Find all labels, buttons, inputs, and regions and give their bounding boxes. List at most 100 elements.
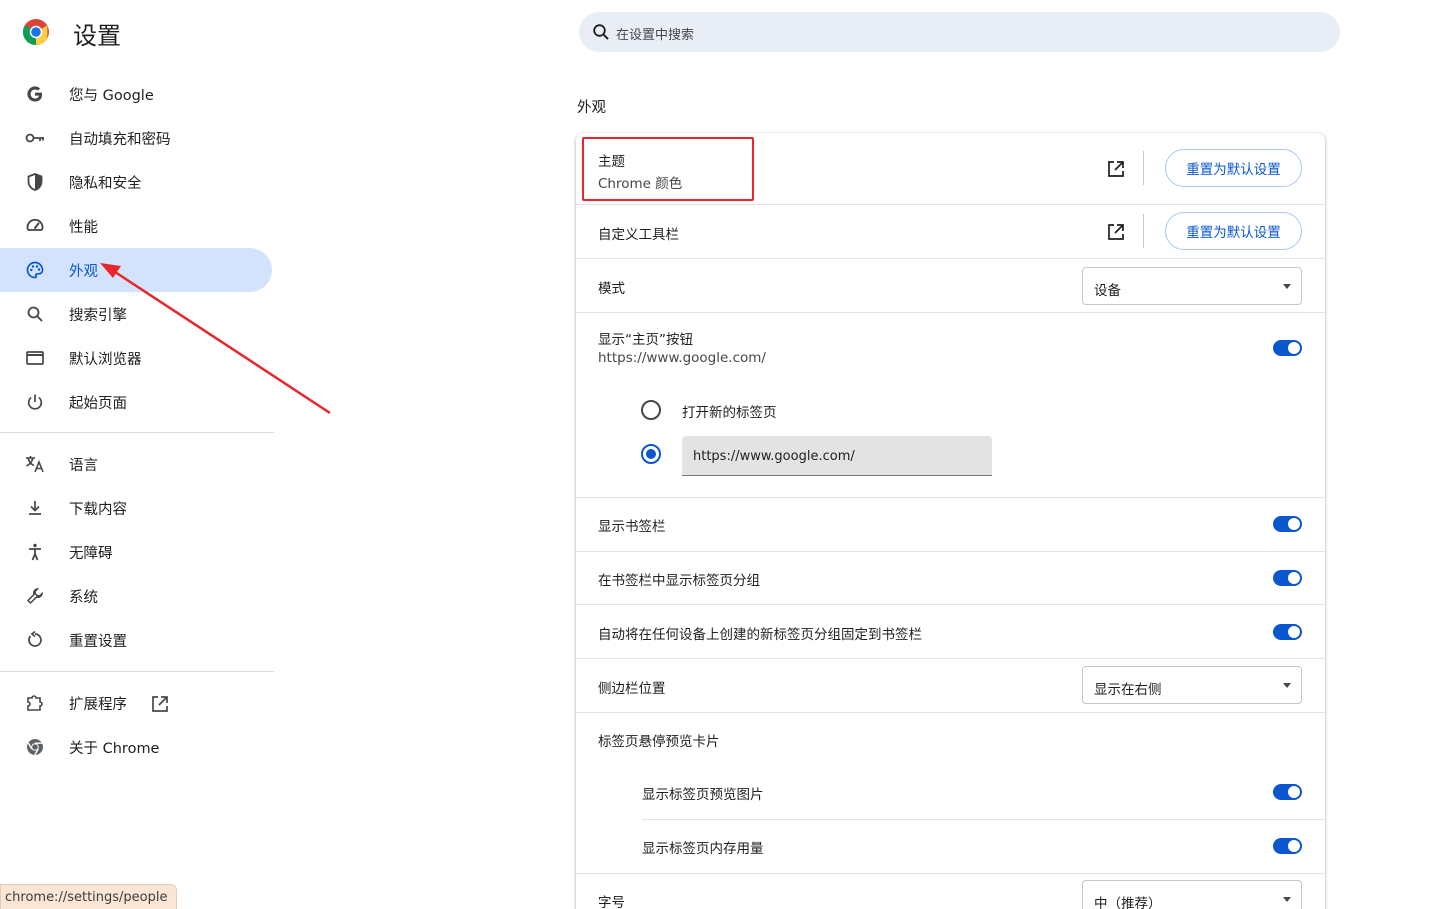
sidebar-item-label: 自动填充和密码 bbox=[69, 132, 171, 148]
row-separator bbox=[576, 604, 1325, 605]
theme-reset-button[interactable]: 重置为默认设置 bbox=[1165, 149, 1302, 187]
hover-cards-label: 标签页悬停预览卡片 bbox=[598, 734, 720, 750]
sidebar-divider bbox=[0, 671, 274, 672]
key-icon bbox=[24, 127, 46, 149]
translate-icon bbox=[24, 453, 46, 475]
sidebar-item-label: 语言 bbox=[69, 458, 98, 474]
status-bar-url: chrome://settings/people bbox=[0, 884, 177, 909]
side-panel-label: 侧边栏位置 bbox=[598, 681, 666, 697]
open-in-new-icon[interactable] bbox=[1106, 159, 1126, 179]
dropdown-caret-icon bbox=[1283, 683, 1291, 688]
home-url-value: https://www.google.com/ bbox=[693, 449, 855, 464]
sidebar-divider bbox=[0, 432, 274, 433]
speedometer-icon bbox=[24, 215, 46, 237]
row-separator bbox=[576, 658, 1325, 659]
dropdown-caret-icon bbox=[1283, 897, 1291, 902]
reset-icon bbox=[24, 629, 46, 651]
open-in-new-icon[interactable] bbox=[1106, 222, 1126, 242]
theme-sublabel: Chrome 颜色 bbox=[598, 176, 683, 192]
sidebar-item-about-chrome[interactable]: 关于 Chrome bbox=[0, 725, 272, 769]
row-separator bbox=[642, 819, 1325, 820]
sidebar-item-label: 重置设置 bbox=[69, 634, 127, 650]
section-title: 外观 bbox=[577, 100, 606, 116]
home-button-url: https://www.google.com/ bbox=[598, 350, 766, 366]
download-icon bbox=[24, 497, 46, 519]
sidebar-item-label: 起始页面 bbox=[69, 396, 127, 412]
font-size-label: 字号 bbox=[598, 895, 625, 909]
home-button-label: 显示“主页”按钮 bbox=[598, 332, 693, 348]
preview-image-label: 显示标签页预览图片 bbox=[642, 787, 764, 803]
row-separator bbox=[576, 873, 1325, 874]
preview-image-toggle[interactable] bbox=[1273, 784, 1302, 800]
sidebar-item-label: 性能 bbox=[69, 220, 98, 236]
row-separator bbox=[576, 497, 1325, 498]
sidebar-item-label: 无障碍 bbox=[69, 546, 113, 562]
auto-pin-groups-label: 自动将在任何设备上创建的新标签页分组固定到书签栏 bbox=[598, 627, 922, 643]
sidebar-item-extensions[interactable]: 扩展程序 bbox=[0, 681, 272, 725]
sidebar-item-accessibility[interactable]: 无障碍 bbox=[0, 530, 272, 574]
sidebar-item-label: 系统 bbox=[69, 590, 98, 606]
search-icon bbox=[593, 24, 609, 40]
power-icon bbox=[24, 391, 46, 413]
toolbar-reset-button[interactable]: 重置为默认设置 bbox=[1165, 212, 1302, 250]
font-size-select[interactable]: 中（推荐） bbox=[1082, 880, 1302, 909]
row-separator bbox=[576, 712, 1325, 713]
radio-new-tab-label: 打开新的标签页 bbox=[682, 405, 777, 421]
auto-pin-groups-toggle[interactable] bbox=[1273, 624, 1302, 640]
chrome-logo bbox=[22, 19, 49, 46]
theme-label: 主题 bbox=[598, 154, 625, 170]
sidebar-item-languages[interactable]: 语言 bbox=[0, 442, 272, 486]
side-panel-select-value: 显示在右侧 bbox=[1094, 682, 1162, 698]
row-divider bbox=[1143, 151, 1144, 185]
search-input[interactable]: 在设置中搜索 bbox=[579, 12, 1340, 52]
memory-usage-toggle[interactable] bbox=[1273, 838, 1302, 854]
home-url-input[interactable]: https://www.google.com/ bbox=[682, 436, 992, 476]
sidebar-item-reset[interactable]: 重置设置 bbox=[0, 618, 272, 662]
customize-toolbar-label: 自定义工具栏 bbox=[598, 227, 679, 243]
sidebar-item-label: 下载内容 bbox=[69, 502, 127, 518]
sidebar-item-you-and-google[interactable]: 您与 Google bbox=[0, 72, 272, 116]
sidebar-item-label: 外观 bbox=[69, 264, 98, 280]
home-button-toggle[interactable] bbox=[1273, 340, 1302, 356]
search-icon bbox=[24, 303, 46, 325]
mode-select-value: 设备 bbox=[1094, 283, 1121, 299]
font-size-select-value: 中（推荐） bbox=[1094, 896, 1162, 909]
sidebar-item-downloads[interactable]: 下载内容 bbox=[0, 486, 272, 530]
sidebar-item-startup[interactable]: 起始页面 bbox=[0, 380, 272, 424]
open-in-new-icon[interactable] bbox=[150, 694, 170, 714]
sidebar-item-label: 您与 Google bbox=[69, 88, 154, 104]
shield-icon bbox=[24, 171, 46, 193]
sidebar-item-label: 默认浏览器 bbox=[69, 352, 142, 368]
tab-groups-bookmarks-toggle[interactable] bbox=[1273, 570, 1302, 586]
sidebar-item-label: 搜索引擎 bbox=[69, 308, 127, 324]
mode-select[interactable]: 设备 bbox=[1082, 267, 1302, 305]
row-separator bbox=[576, 312, 1325, 313]
search-placeholder: 在设置中搜索 bbox=[616, 28, 695, 43]
browser-window-icon bbox=[24, 347, 46, 369]
sidebar-item-performance[interactable]: 性能 bbox=[0, 204, 272, 248]
sidebar-item-search-engine[interactable]: 搜索引擎 bbox=[0, 292, 272, 336]
radio-custom-url[interactable] bbox=[641, 444, 661, 464]
radio-new-tab[interactable] bbox=[641, 400, 661, 420]
sidebar-item-default-browser[interactable]: 默认浏览器 bbox=[0, 336, 272, 380]
palette-icon bbox=[24, 259, 46, 281]
sidebar-item-label: 关于 Chrome bbox=[69, 741, 160, 757]
sidebar-item-autofill[interactable]: 自动填充和密码 bbox=[0, 116, 272, 160]
bookmarks-bar-label: 显示书签栏 bbox=[598, 519, 666, 535]
side-panel-select[interactable]: 显示在右侧 bbox=[1082, 666, 1302, 704]
dropdown-caret-icon bbox=[1283, 284, 1291, 289]
sidebar-item-label: 扩展程序 bbox=[69, 697, 127, 713]
row-divider bbox=[1143, 214, 1144, 248]
sidebar-item-system[interactable]: 系统 bbox=[0, 574, 272, 618]
puzzle-icon bbox=[24, 692, 46, 714]
row-separator bbox=[576, 258, 1325, 259]
mode-label: 模式 bbox=[598, 281, 625, 297]
bookmarks-bar-toggle[interactable] bbox=[1273, 516, 1302, 532]
accessibility-icon bbox=[24, 541, 46, 563]
chrome-icon bbox=[24, 736, 46, 758]
row-separator bbox=[576, 551, 1325, 552]
memory-usage-label: 显示标签页内存用量 bbox=[642, 841, 764, 857]
sidebar-item-appearance[interactable]: 外观 bbox=[0, 248, 272, 292]
sidebar-item-privacy[interactable]: 隐私和安全 bbox=[0, 160, 272, 204]
sidebar-item-label: 隐私和安全 bbox=[69, 176, 142, 192]
